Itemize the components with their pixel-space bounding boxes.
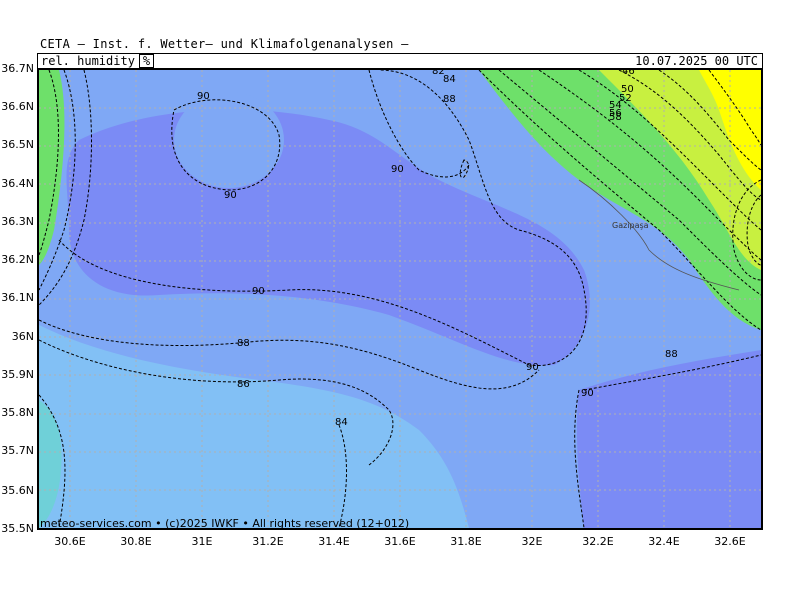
unit-box: % — [138, 54, 155, 68]
lon-label: 31E — [191, 535, 213, 548]
lat-label: 36.4N — [1, 177, 34, 190]
contour-label: 90 — [224, 190, 237, 201]
parameter-bar: rel. humidity% 10.07.2025 00 UTC — [37, 53, 763, 68]
contour-label: 88 — [237, 338, 250, 349]
contour-label: 90 — [197, 91, 210, 102]
lon-label: 32.6E — [714, 535, 746, 548]
lat-label: 35.6N — [1, 484, 34, 497]
parameter-label: rel. humidity% — [41, 54, 155, 68]
lon-label: 32.4E — [648, 535, 680, 548]
lon-label: 30.6E — [54, 535, 86, 548]
lat-label: 36.7N — [1, 62, 34, 75]
lat-label: 35.7N — [1, 444, 34, 457]
lat-label: 35.5N — [1, 522, 34, 535]
contour-label: 88 — [665, 349, 678, 360]
map-canvas: 90 90 90 90 90 90 88 88 86 84 88 84 82 5… — [39, 70, 761, 528]
contour-label: 84 — [335, 417, 348, 428]
place-label-gazipasa: Gazipaşa — [612, 221, 649, 230]
lon-label: 31.8E — [450, 535, 482, 548]
contour-label: 86 — [237, 379, 250, 390]
lat-label: 36.3N — [1, 215, 34, 228]
contour-label: 58 — [609, 112, 622, 123]
contour-label: 90 — [252, 286, 265, 297]
lon-label: 31.4E — [318, 535, 350, 548]
contour-label: 84 — [443, 74, 456, 85]
contour-label: 90 — [581, 388, 594, 399]
lat-label: 35.8N — [1, 406, 34, 419]
lat-label: 36.1N — [1, 291, 34, 304]
lon-label: 32E — [521, 535, 543, 548]
lon-label: 32.2E — [582, 535, 614, 548]
contour-label: 90 — [391, 164, 404, 175]
contour-label: 88 — [443, 94, 456, 105]
humidity-map: 90 90 90 90 90 90 88 88 86 84 88 84 82 5… — [37, 68, 763, 530]
lon-label: 31.6E — [384, 535, 416, 548]
lat-label: 36.6N — [1, 100, 34, 113]
chart-title: CETA — Inst. f. Wetter— und Klimafolgena… — [40, 37, 409, 51]
contour-label: 90 — [526, 362, 539, 373]
copyright-footer: meteo-services.com • (c)2025 IWKF • All … — [40, 517, 410, 530]
lat-label: 36N — [11, 330, 34, 343]
valid-time: 10.07.2025 00 UTC — [635, 54, 758, 68]
lat-label: 35.9N — [1, 368, 34, 381]
lat-label: 36.5N — [1, 138, 34, 151]
lon-label: 31.2E — [252, 535, 284, 548]
contour-label: 82 — [432, 70, 445, 77]
contour-label: 46 — [622, 70, 635, 77]
lat-label: 36.2N — [1, 253, 34, 266]
lon-label: 30.8E — [120, 535, 152, 548]
